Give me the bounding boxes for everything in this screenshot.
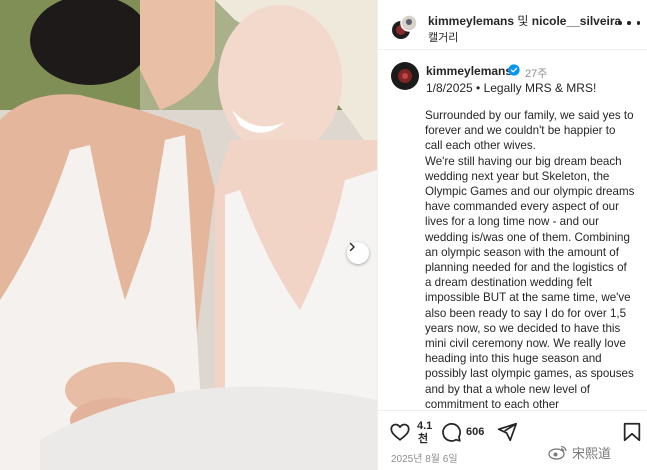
comment-bubble-icon[interactable] (440, 421, 462, 443)
like-count-bottom[interactable]: 천 (418, 433, 428, 446)
like-count-top[interactable]: 4.1 (417, 420, 432, 433)
author-avatar[interactable] (391, 62, 419, 90)
post-header: kimmeylemans 및 nicole__silveira 캘거리 (378, 0, 647, 50)
wedding-photo-illustration (0, 0, 377, 470)
heart-icon[interactable] (389, 421, 411, 443)
comment-count[interactable]: 606 (466, 426, 484, 439)
chevron-right-icon (349, 242, 355, 252)
caption-first-line: 1/8/2025 • Legally MRS & MRS! (426, 81, 597, 95)
caption-paragraph-2: We're still having our big dream beach w… (425, 154, 635, 410)
more-horizontal-icon (618, 21, 622, 25)
collab-usernames: kimmeylemans 및 nicole__silveira (428, 12, 621, 29)
watermark-text: 宋熙道 (572, 445, 612, 461)
more-options-button[interactable] (618, 16, 640, 30)
collab-avatar[interactable] (391, 14, 417, 40)
author-username[interactable]: kimmeylemans (426, 64, 512, 78)
caption-header: kimmeylemans 27주 1/8/2025 • Legally MRS … (378, 58, 647, 98)
bookmark-icon[interactable] (621, 421, 643, 443)
carousel-next-button[interactable] (347, 242, 369, 264)
post-time-ago[interactable]: 27주 (525, 65, 547, 81)
collab-user-1-link[interactable]: kimmeylemans (428, 14, 514, 28)
post-date[interactable]: 2025년 8월 6일 (391, 450, 458, 465)
caption-paragraph-1: Surrounded by our family, we said yes to… (425, 109, 634, 153)
collab-conjunction: 및 (514, 14, 532, 28)
collab-user-2-link[interactable]: nicole__silveira (532, 14, 621, 28)
verified-badge-icon (508, 64, 520, 76)
location-link[interactable]: 캘거리 (428, 29, 458, 45)
post-photo[interactable] (0, 0, 377, 470)
share-send-icon[interactable] (496, 421, 518, 443)
weibo-icon (548, 445, 567, 460)
watermark: 宋熙道 (548, 441, 611, 463)
caption-text: Surrounded by our family, we said yes to… (425, 108, 635, 410)
post-side-panel: kimmeylemans 및 nicole__silveira 캘거리 kimm… (377, 0, 647, 470)
